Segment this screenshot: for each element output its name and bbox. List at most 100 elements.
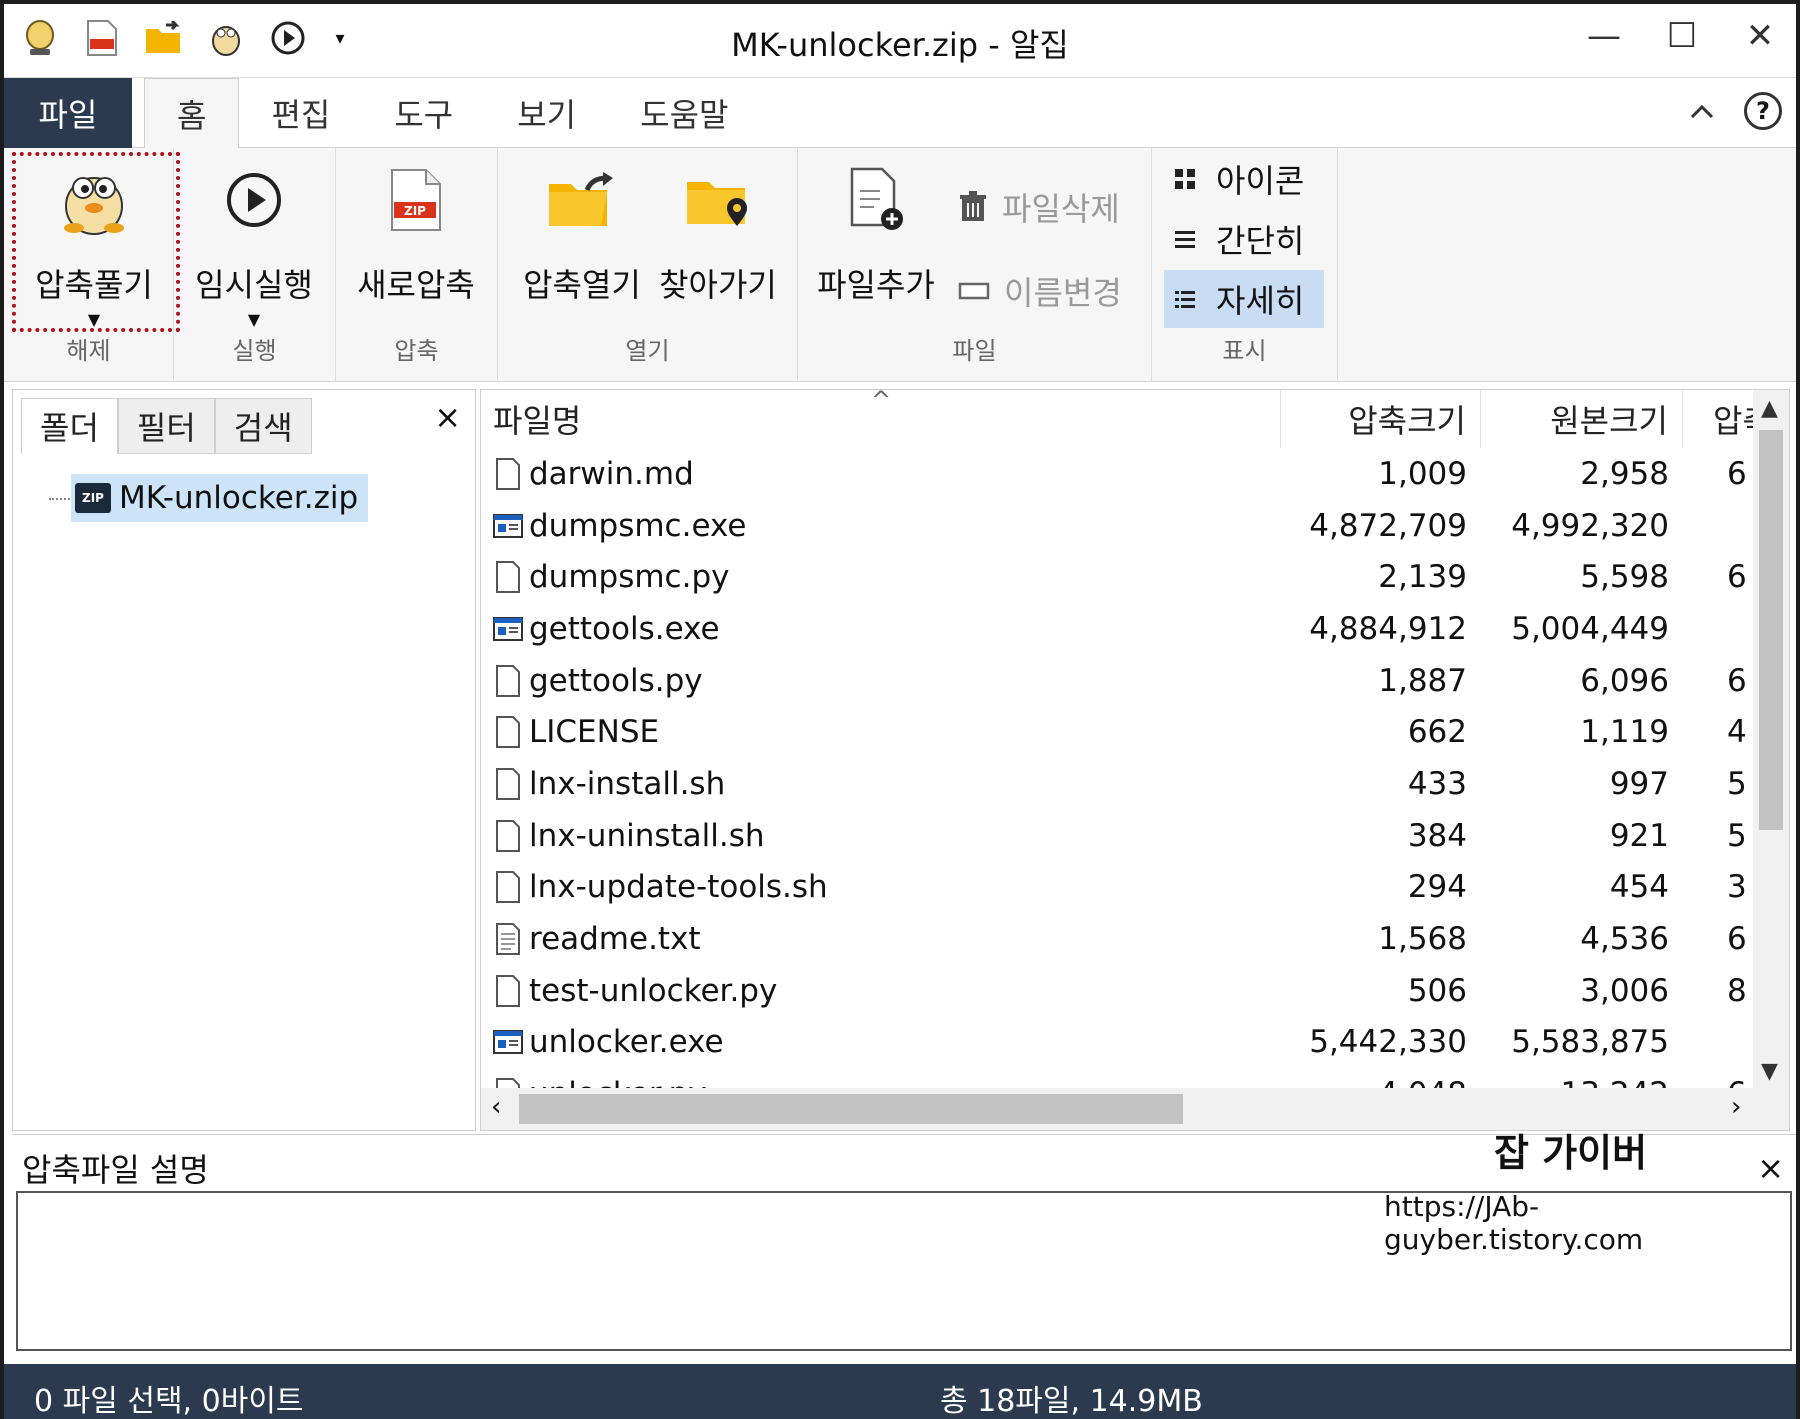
group-label-open: 열기 <box>625 337 670 365</box>
collapse-ribbon-icon[interactable] <box>1688 101 1716 121</box>
text-file-icon <box>493 921 523 957</box>
extract-button[interactable]: 압축풀기 ▼ <box>24 158 164 329</box>
cell-name: dumpsmc.exe <box>481 500 1281 552</box>
view-icon-button[interactable]: 아이콘 <box>1164 150 1324 208</box>
file-icon <box>493 818 523 854</box>
file-name: LICENSE <box>529 714 660 751</box>
table-row[interactable]: gettools.py 1,887 6,096 6 <box>481 655 1789 707</box>
group-run: 임시실행 ▼ 실행 <box>174 148 336 382</box>
file-icon <box>493 766 523 802</box>
cell-name: readme.txt <box>481 913 1281 965</box>
tree-item-archive[interactable]: ZIP MK-unlocker.zip <box>71 474 369 522</box>
file-name: darwin.md <box>529 455 694 492</box>
tree-item-label: MK-unlocker.zip <box>119 480 359 516</box>
table-row[interactable]: gettools.exe 4,884,912 5,004,449 <box>481 603 1789 655</box>
cell-compressed-size: 662 <box>1407 714 1467 751</box>
goto-button[interactable]: 찾아가기 <box>648 158 788 306</box>
vertical-scrollbar[interactable]: ▲ ▼ <box>1753 390 1789 1090</box>
folder-panel: 폴더 필터 검색 × ZIP MK-unlocker.zip <box>12 389 476 1131</box>
description-close-icon[interactable]: × <box>1757 1149 1784 1187</box>
file-icon <box>493 559 523 595</box>
view-detail-button[interactable]: 자세히 <box>1164 270 1324 328</box>
scroll-up-icon[interactable]: ▲ <box>1761 396 1778 421</box>
cell-original-size: 454 <box>1609 869 1669 906</box>
file-icon <box>493 663 523 699</box>
cell-original-size: 6,096 <box>1580 662 1669 699</box>
table-row[interactable]: lnx-update-tools.sh 294 454 3 <box>481 862 1789 914</box>
column-header-ratio[interactable]: 압축 <box>1683 390 1763 448</box>
tab-folder[interactable]: 폴더 <box>21 398 118 454</box>
horizontal-scroll-thumb[interactable] <box>519 1094 1183 1124</box>
group-view: 아이콘 간단히 자세히 표시 <box>1152 148 1338 382</box>
group-label-file: 파일 <box>952 337 997 365</box>
tab-home[interactable]: 홈 <box>144 78 240 149</box>
status-bar: 0 파일 선택, 0바이트 총 18파일, 14.9MB <box>4 1364 1796 1419</box>
trash-icon <box>960 191 986 221</box>
scroll-left-icon[interactable]: ‹ <box>491 1092 501 1122</box>
rename-icon <box>958 282 990 300</box>
window-title: MK-unlocker.zip - 알집 <box>731 26 1069 64</box>
column-header-original[interactable]: 원본크기 <box>1481 390 1683 448</box>
minimize-icon[interactable]: — <box>1582 16 1626 56</box>
table-row[interactable]: lnx-uninstall.sh 384 921 5 <box>481 810 1789 862</box>
delete-file-label: 파일삭제 <box>1002 190 1120 228</box>
tab-tools[interactable]: 도구 <box>362 78 485 148</box>
group-label-extract: 해제 <box>66 337 111 365</box>
tab-filter[interactable]: 필터 <box>117 398 215 454</box>
column-header-name[interactable]: 파일명 <box>481 390 1281 448</box>
delete-file-button[interactable]: 파일삭제 <box>958 184 1120 230</box>
zip-archive-icon: ZIP <box>75 483 111 513</box>
alzip-window: ▾ MK-unlocker.zip - 알집 — ☐ ✕ 파일 홈 편집 도구 … <box>0 0 1800 1419</box>
cell-name: lnx-uninstall.sh <box>481 810 1281 862</box>
cell-name: lnx-update-tools.sh <box>481 862 1281 914</box>
extract-dropdown-icon[interactable]: ▼ <box>88 310 100 329</box>
table-row[interactable]: LICENSE 662 1,119 4 <box>481 706 1789 758</box>
window-controls: — ☐ ✕ <box>1582 16 1782 56</box>
table-row[interactable]: darwin.md 1,009 2,958 6 <box>481 448 1789 500</box>
table-row[interactable]: dumpsmc.exe 4,872,709 4,992,320 <box>481 500 1789 552</box>
help-icon[interactable]: ? <box>1744 92 1782 130</box>
file-name: gettools.exe <box>529 610 720 647</box>
open-archive-button[interactable]: 압축열기 <box>512 158 652 306</box>
table-row[interactable]: dumpsmc.py 2,139 5,598 6 <box>481 551 1789 603</box>
open-archive-label: 압축열기 <box>523 266 641 304</box>
table-row[interactable]: unlocker.exe 5,442,330 5,583,875 <box>481 1017 1789 1069</box>
tab-search[interactable]: 검색 <box>214 398 312 454</box>
description-title: 압축파일 설명 <box>22 1151 209 1189</box>
tab-edit[interactable]: 편집 <box>239 78 362 148</box>
file-name: lnx-update-tools.sh <box>529 869 828 906</box>
tab-row-controls: ? <box>1688 92 1782 130</box>
cell-original-size: 2,958 <box>1580 455 1669 492</box>
maximize-icon[interactable]: ☐ <box>1660 16 1704 56</box>
tab-list: 홈 편집 도구 보기 도움말 <box>144 78 760 149</box>
cell-compressed-size: 384 <box>1407 817 1467 854</box>
group-open: 압축열기 찾아가기 열기 <box>498 148 798 382</box>
view-detail-label: 자세히 <box>1216 282 1305 320</box>
run-button[interactable]: 임시실행 ▼ <box>184 158 324 329</box>
scroll-right-icon[interactable]: › <box>1731 1092 1741 1122</box>
file-name: dumpsmc.exe <box>529 507 747 544</box>
exe-file-icon <box>493 1024 523 1060</box>
vertical-scroll-thumb[interactable] <box>1759 430 1783 830</box>
table-row[interactable]: test-unlocker.py 506 3,006 8 <box>481 965 1789 1017</box>
file-list: ^ 파일명 압축크기 원본크기 압축 darwin.md1,0092,9586d… <box>480 389 1790 1131</box>
new-zip-button[interactable]: ZIP 새로압축 <box>346 158 486 306</box>
column-header-compressed[interactable]: 압축크기 <box>1281 390 1481 448</box>
close-icon[interactable]: ✕ <box>1738 16 1782 56</box>
tab-view[interactable]: 보기 <box>485 78 608 148</box>
add-file-button[interactable]: 파일추가 <box>806 158 946 306</box>
folder-open-arrow-icon <box>540 158 624 242</box>
view-simple-button[interactable]: 간단히 <box>1164 210 1324 268</box>
tab-help[interactable]: 도움말 <box>608 78 760 148</box>
grid-icon <box>1175 169 1195 189</box>
table-row[interactable]: lnx-install.sh 433 997 5 <box>481 758 1789 810</box>
cell-compressed-size: 1,887 <box>1378 662 1467 699</box>
run-dropdown-icon[interactable]: ▼ <box>248 310 260 329</box>
folder-panel-close-icon[interactable]: × <box>434 398 461 436</box>
table-row[interactable]: readme.txt 1,568 4,536 6 <box>481 913 1789 965</box>
rename-button[interactable]: 이름변경 <box>958 268 1122 314</box>
tab-file[interactable]: 파일 <box>4 78 132 148</box>
file-name: lnx-install.sh <box>529 765 726 802</box>
group-file: 파일추가 파일삭제 이름변경 파일 <box>798 148 1152 382</box>
scroll-down-icon[interactable]: ▼ <box>1761 1059 1778 1084</box>
